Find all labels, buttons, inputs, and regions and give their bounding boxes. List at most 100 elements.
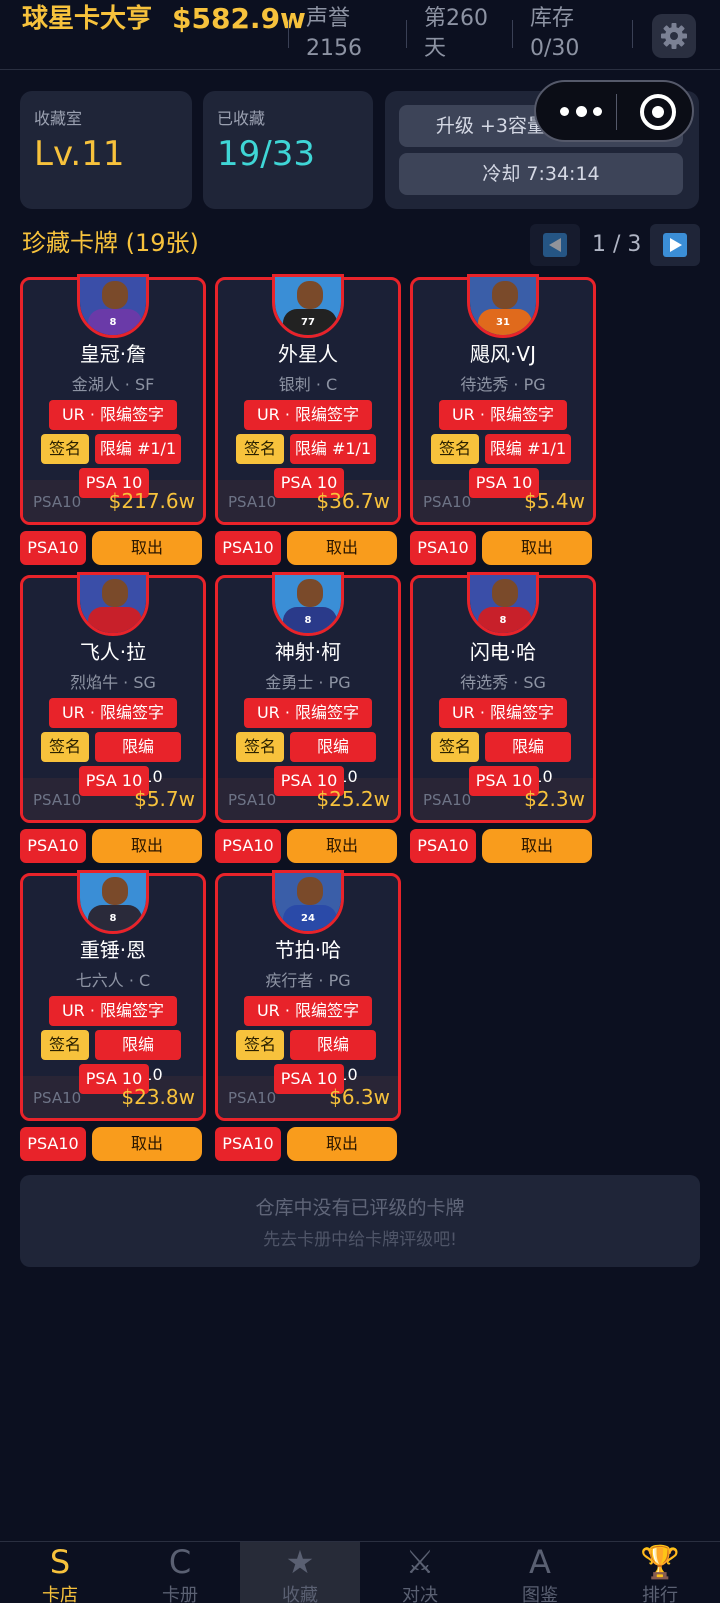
card-player-name: 飞人·拉 — [79, 640, 147, 664]
card-item[interactable]: 神射·柯 金勇士 · PG UR · 限编签字 签名 限编 #2/10 PSA … — [215, 572, 401, 823]
grade-label: PSA10 — [33, 791, 82, 809]
jersey-number: 8 — [109, 317, 117, 328]
limited-tag: 限编 #4/10 — [485, 732, 571, 786]
rarity-tag: UR · 限编签字 — [244, 996, 372, 1026]
limited-tag: 限编 #2/10 — [290, 732, 376, 786]
take-out-button[interactable]: 取出 — [287, 829, 397, 863]
card-item[interactable]: 节拍·哈 疾行者 · PG UR · 限编签字 签名 限编 #9/10 PSA … — [215, 870, 401, 1121]
limited-tag: 限编 #9/10 — [290, 1030, 376, 1084]
miniprogram-capsule — [534, 80, 694, 142]
nav-battle[interactable]: ⚔ 对决 — [360, 1542, 480, 1603]
rarity-tag: UR · 限编签字 — [244, 400, 372, 430]
card-player-name: 节拍·哈 — [274, 938, 342, 962]
empty-line-2: 先去卡册中给卡牌评级吧! — [263, 1230, 457, 1250]
grade-button[interactable]: PSA10 — [20, 829, 86, 863]
take-out-button[interactable]: 取出 — [287, 1127, 397, 1161]
more-button[interactable] — [556, 100, 616, 124]
take-out-button[interactable]: 取出 — [92, 531, 202, 565]
limited-tag: 限编 #1/1 — [290, 434, 376, 464]
nav-album[interactable]: C 卡册 — [120, 1542, 240, 1603]
next-arrow-icon — [663, 233, 687, 257]
take-out-button[interactable]: 取出 — [287, 531, 397, 565]
nav-collection[interactable]: ★ 收藏 — [240, 1542, 360, 1603]
grade-label: PSA10 — [228, 493, 277, 511]
card-team: 七六人 · C — [75, 971, 151, 990]
player-avatar: 24 — [272, 870, 344, 934]
signed-tag: 签名 — [41, 732, 89, 762]
stock-stat: 库存 0/30 — [530, 4, 600, 64]
grade-label: PSA10 — [228, 791, 277, 809]
stock-label: 库存 — [530, 6, 575, 31]
shop-icon: S — [49, 1543, 71, 1581]
jersey-number: 8 — [499, 615, 507, 626]
divider — [632, 20, 633, 48]
app-title: 球星卡大亨 — [22, 4, 153, 34]
limited-tag: 限编 #1/10 — [95, 732, 181, 786]
card-team: 待选秀 · PG — [460, 375, 546, 394]
card-item[interactable]: 外星人 银刺 · C UR · 限编签字 签名 限编 #1/1 PSA 10 P… — [215, 274, 401, 525]
card-item[interactable]: 闪电·哈 待选秀 · SG UR · 限编签字 签名 限编 #4/10 PSA … — [410, 572, 596, 823]
player-avatar: 8 — [77, 274, 149, 338]
cooldown-button[interactable]: 冷却 7:34:14 — [399, 153, 683, 195]
grade-button[interactable]: PSA10 — [410, 829, 476, 863]
collected-value: 19/33 — [217, 134, 315, 174]
limited-tag: 限编 #1/1 — [485, 434, 571, 464]
album-icon: C — [168, 1543, 192, 1581]
signed-tag: 签名 — [236, 732, 284, 762]
card-item[interactable]: 飞人·拉 烈焰牛 · SG UR · 限编签字 签名 限编 #1/10 PSA … — [20, 572, 206, 823]
card-item[interactable]: 重锤·恩 七六人 · C UR · 限编签字 签名 限编 #5/10 PSA 1… — [20, 870, 206, 1121]
dot-icon — [560, 107, 569, 116]
player-avatar: 8 — [77, 870, 149, 934]
card-item[interactable]: 皇冠·詹 金湖人 · SF UR · 限编签字 签名 限编 #1/1 PSA 1… — [20, 274, 206, 525]
grade-button[interactable]: PSA10 — [410, 531, 476, 565]
jersey-number: 8 — [109, 913, 117, 924]
collected-label: 已收藏 — [217, 109, 266, 128]
grade-label: PSA10 — [33, 493, 82, 511]
card-team: 疾行者 · PG — [265, 971, 351, 990]
prev-page-button[interactable] — [530, 224, 580, 266]
nav-label: 卡册 — [162, 1585, 198, 1603]
card-team: 银刺 · C — [278, 375, 338, 394]
card-team: 金勇士 · PG — [265, 673, 351, 692]
card-price: $2.3w — [524, 787, 585, 811]
card-price: $23.8w — [121, 1085, 195, 1109]
card-player-name: 重锤·恩 — [79, 938, 147, 962]
card-price: $25.2w — [316, 787, 390, 811]
card-player-name: 皇冠·詹 — [79, 342, 147, 366]
take-out-button[interactable]: 取出 — [92, 829, 202, 863]
grade-button[interactable]: PSA10 — [215, 1127, 281, 1161]
nav-shop[interactable]: S 卡店 — [0, 1542, 120, 1603]
next-page-button[interactable] — [650, 224, 700, 266]
jersey-number: 31 — [496, 317, 510, 328]
rarity-tag: UR · 限编签字 — [439, 698, 567, 728]
signed-tag: 签名 — [236, 1030, 284, 1060]
card-price: $5.7w — [134, 787, 195, 811]
nav-label: 收藏 — [282, 1585, 318, 1603]
card-team: 待选秀 · SG — [460, 673, 546, 692]
card-price: $6.3w — [329, 1085, 390, 1109]
nav-codex[interactable]: A 图鉴 — [480, 1542, 600, 1603]
grade-button[interactable]: PSA10 — [20, 531, 86, 565]
card-price: $36.7w — [316, 489, 390, 513]
rarity-tag: UR · 限编签字 — [49, 400, 177, 430]
codex-icon: A — [529, 1543, 551, 1581]
jersey-number: 24 — [301, 913, 315, 924]
grade-button[interactable]: PSA10 — [20, 1127, 86, 1161]
limited-tag: 限编 #1/1 — [95, 434, 181, 464]
grade-button[interactable]: PSA10 — [215, 829, 281, 863]
nav-ranking[interactable]: 🏆 排行 — [600, 1542, 720, 1603]
divider — [406, 20, 407, 48]
collected-panel: 已收藏 19/33 — [203, 91, 373, 209]
take-out-button[interactable]: 取出 — [92, 1127, 202, 1161]
close-miniprogram-icon[interactable] — [640, 94, 676, 130]
take-out-button[interactable]: 取出 — [482, 829, 592, 863]
rarity-tag: UR · 限编签字 — [49, 996, 177, 1026]
take-out-button[interactable]: 取出 — [482, 531, 592, 565]
signed-tag: 签名 — [431, 732, 479, 762]
card-item[interactable]: 飓风·VJ 待选秀 · PG UR · 限编签字 签名 限编 #1/1 PSA … — [410, 274, 596, 525]
grade-button[interactable]: PSA10 — [215, 531, 281, 565]
card-price: $217.6w — [108, 489, 195, 513]
rarity-tag: UR · 限编签字 — [439, 400, 567, 430]
room-level: Lv.11 — [34, 134, 125, 174]
settings-button[interactable] — [652, 14, 696, 58]
